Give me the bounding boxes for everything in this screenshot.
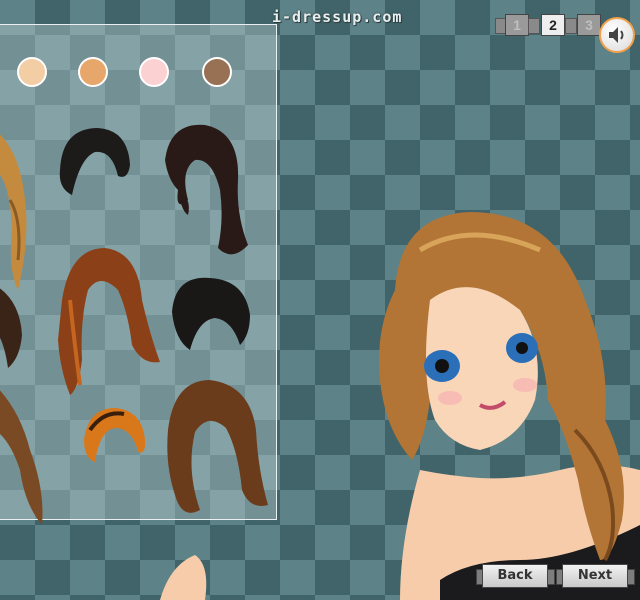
back-button[interactable]: Back <box>482 564 548 588</box>
model-face <box>424 287 538 450</box>
model-character <box>160 212 640 600</box>
back-button-cap <box>547 569 555 585</box>
next-button-cap <box>627 569 635 585</box>
game-stage: i-dressup.com 1 2 3 Back Next <box>0 0 640 600</box>
next-button[interactable]: Next <box>562 564 628 588</box>
